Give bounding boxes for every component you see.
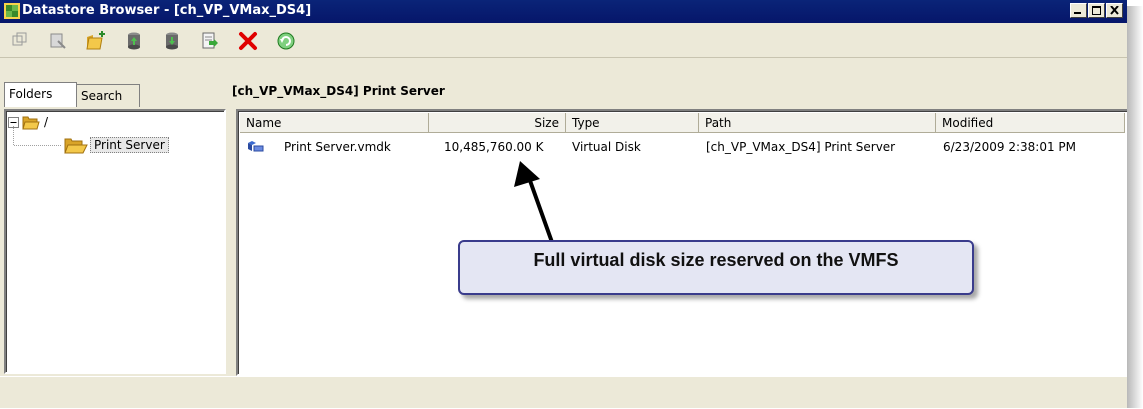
minimize-icon [1074,12,1081,14]
annotation-arrow [514,161,555,247]
file-size: 10,485,760.00 K [444,140,544,154]
current-path-label: [ch_VP_VMax_DS4] Print Server [232,84,445,98]
column-header-size[interactable]: Size [429,113,566,133]
tab-search[interactable]: Search [76,84,140,107]
title-bar[interactable]: Datastore Browser - [ch_VP_VMax_DS4] [0,0,1127,23]
file-type: Virtual Disk [572,140,641,154]
folder-open-icon [64,138,88,154]
annotation-callout-text: Full virtual disk size reserved on the V… [533,250,899,270]
tree-item-label: Print Server [90,137,169,153]
column-header-name-label: Name [246,116,282,130]
refresh-icon [277,32,295,50]
column-header-modified[interactable]: Modified [936,113,1125,133]
window-title: Datastore Browser - [ch_VP_VMax_DS4] [22,3,312,18]
column-header-type[interactable]: Type [566,113,699,133]
close-button[interactable] [1106,3,1123,18]
maximize-button[interactable] [1088,3,1105,18]
tab-folders[interactable]: Folders [4,82,77,107]
refresh-button[interactable] [274,29,298,53]
download-icon [166,32,178,50]
maximize-icon [1092,6,1101,15]
datastore-browser-window: Datastore Browser - [ch_VP_VMax_DS4] Fol… [0,0,1131,409]
toolbar [0,23,1127,58]
tab-folders-label: Folders [9,87,53,101]
file-modified: 6/23/2009 2:38:01 PM [943,140,1077,154]
column-header-size-label: Size [534,116,559,130]
file-name: Print Server.vmdk [284,140,391,154]
delete-button[interactable] [236,29,260,53]
vsphere-app-icon [4,3,20,19]
column-header-path[interactable]: Path [699,113,936,133]
window-shadow [1127,6,1143,408]
column-header-type-label: Type [572,116,600,130]
minimize-button[interactable] [1070,3,1087,18]
folder-tree-panel[interactable]: / Print Server [4,109,226,374]
datastore-action-icon [12,32,27,46]
tab-search-label: Search [81,89,123,103]
datastore-action-button[interactable] [8,29,32,53]
register-vm-button[interactable] [198,29,222,53]
column-header-modified-label: Modified [942,116,994,130]
tree-connector-line [13,126,61,146]
upload-icon [128,32,140,50]
file-path: [ch_VP_VMax_DS4] Print Server [706,140,896,154]
close-icon [1110,6,1119,15]
register-vm-icon [202,32,218,49]
browse-action-button[interactable] [46,29,70,53]
column-header-name[interactable]: Name [240,113,429,133]
virtual-disk-icon [248,141,264,152]
annotation-callout: Full virtual disk size reserved on the V… [458,240,974,295]
new-folder-button[interactable] [84,29,108,53]
browse-action-icon [50,33,66,49]
new-folder-icon [86,31,105,50]
column-header-path-label: Path [705,116,732,130]
delete-icon [239,32,257,50]
upload-button[interactable] [122,29,146,53]
download-button[interactable] [160,29,184,53]
status-bar [0,376,1127,409]
